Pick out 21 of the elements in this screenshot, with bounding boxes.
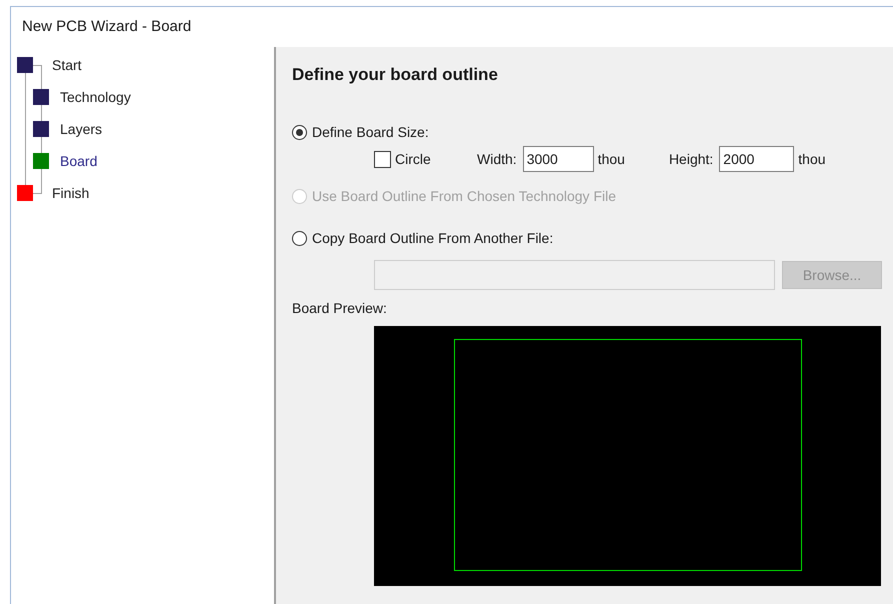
field-label: Height: bbox=[668, 150, 714, 169]
file-path-field[interactable] bbox=[374, 260, 775, 290]
tree-item[interactable]: Finish bbox=[52, 182, 90, 204]
tree-item[interactable]: Start bbox=[52, 54, 82, 76]
window-title: New PCB Wizard - Board bbox=[22, 16, 192, 37]
field-label: Width: bbox=[477, 150, 517, 168]
unit-label: thou bbox=[798, 150, 826, 168]
tree-item[interactable]: Board bbox=[60, 150, 98, 172]
height-field[interactable]: 2000 bbox=[719, 146, 794, 172]
radio-button[interactable] bbox=[292, 230, 307, 246]
radio-label[interactable]: Define Board Size: bbox=[312, 122, 429, 142]
radio-label[interactable]: Copy Board Outline From Another File: bbox=[312, 228, 554, 248]
tree-item[interactable]: Layers bbox=[60, 118, 102, 140]
tree-item[interactable]: Technology bbox=[60, 86, 131, 108]
radio-button[interactable] bbox=[292, 124, 307, 140]
page-heading: Define your board outline bbox=[292, 64, 499, 86]
preview-label: Board Preview: bbox=[292, 299, 388, 318]
width-field[interactable]: 3000 bbox=[522, 146, 594, 172]
unit-label: thou bbox=[598, 150, 625, 168]
checkbox[interactable] bbox=[374, 150, 391, 168]
checkbox-label[interactable]: Circle bbox=[395, 148, 477, 170]
